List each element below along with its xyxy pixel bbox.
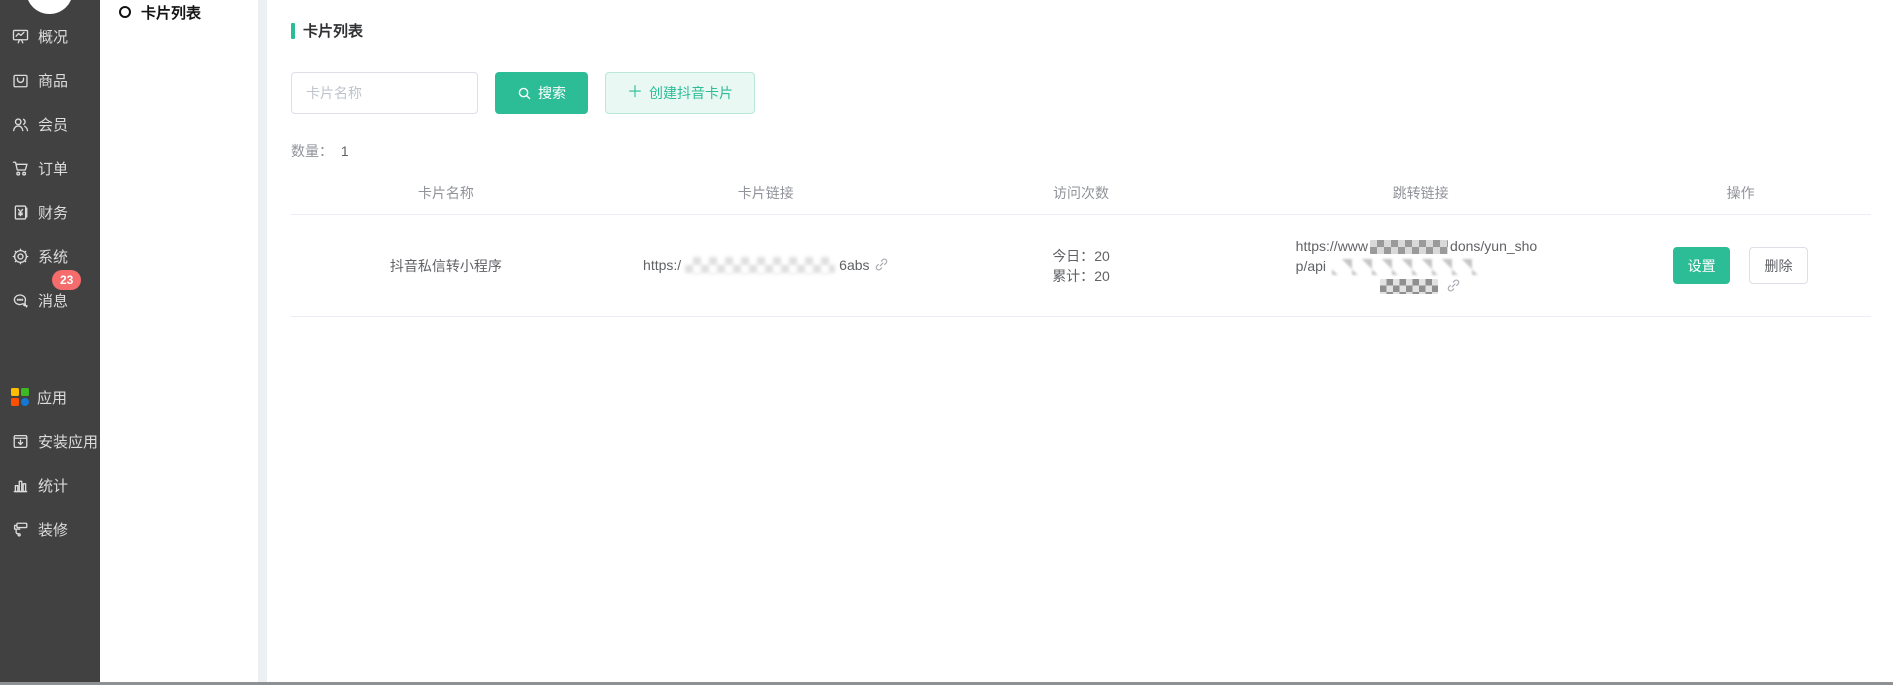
redacted-block — [1370, 240, 1448, 254]
sidebar-item-finance[interactable]: 财务 — [0, 190, 100, 234]
header-jump-link: 跳转链接 — [1231, 183, 1610, 203]
header-visit-count: 访问次数 — [931, 183, 1231, 203]
magnifier-icon — [517, 86, 532, 101]
visits-today-label: 今日： — [1052, 248, 1094, 264]
header-card-name: 卡片名称 — [291, 183, 601, 203]
submenu-item-label: 卡片列表 — [141, 2, 201, 23]
card-link-prefix: https:/ — [643, 257, 681, 273]
sidebar-item-label: 订单 — [38, 158, 68, 179]
sidebar-item-orders[interactable]: 订单 — [0, 146, 100, 190]
sidebar-item-label: 统计 — [38, 475, 68, 496]
count-value: 1 — [341, 143, 349, 159]
sidebar-item-label: 商品 — [38, 70, 68, 91]
sidebar-item-install-app[interactable]: 安装应用 — [0, 419, 100, 463]
radio-circle-icon — [119, 6, 131, 18]
link-icon[interactable] — [1446, 278, 1461, 293]
finance-icon — [11, 203, 30, 222]
sidebar-item-overview[interactable]: 概况 — [0, 14, 100, 58]
main-content: 卡片列表 搜索 ＋ 创建抖音卡片 数量： 1 卡片名称 卡片链接 访问次数 跳转… — [267, 0, 1893, 682]
sidebar-item-label: 概况 — [38, 26, 68, 47]
message-badge: 23 — [52, 270, 81, 290]
page-title: 卡片列表 — [291, 20, 1871, 41]
header-card-link: 卡片链接 — [601, 183, 931, 203]
goods-icon — [11, 71, 30, 90]
install-app-icon — [11, 432, 30, 451]
search-button-label: 搜索 — [538, 83, 566, 103]
sidebar-item-label: 消息 — [38, 290, 68, 311]
message-icon — [11, 291, 30, 310]
search-input[interactable] — [291, 72, 478, 114]
redacted-block — [1380, 279, 1438, 294]
sidebar-item-label: 应用 — [37, 387, 67, 408]
visits-total-value: 20 — [1094, 268, 1110, 284]
gear-icon — [11, 247, 30, 266]
create-douyin-card-button[interactable]: ＋ 创建抖音卡片 — [605, 72, 755, 114]
jump-link-mid: dons/yun_sho — [1450, 238, 1537, 254]
visits-total-label: 累计： — [1052, 268, 1094, 284]
sidebar-item-label: 系统 — [38, 246, 68, 267]
table-header-row: 卡片名称 卡片链接 访问次数 跳转链接 操作 — [291, 171, 1871, 215]
sidebar-item-members[interactable]: 会员 — [0, 102, 100, 146]
cell-actions: 设置 删除 — [1610, 247, 1871, 284]
cart-icon — [11, 159, 30, 178]
redacted-block — [1332, 259, 1482, 275]
create-button-label: 创建抖音卡片 — [649, 83, 733, 103]
members-icon — [11, 115, 30, 134]
secondary-sidebar: 卡片列表 — [100, 0, 258, 682]
settings-button[interactable]: 设置 — [1673, 247, 1730, 284]
sidebar-item-messages[interactable]: 消息 23 — [0, 278, 100, 322]
count-row: 数量： 1 — [291, 141, 1871, 161]
page-title-text: 卡片列表 — [303, 20, 363, 41]
visit-count-block: 今日：20 累计：20 — [1052, 246, 1110, 286]
plus-icon: ＋ — [627, 85, 643, 101]
dashboard-icon — [11, 27, 30, 46]
decorate-icon — [11, 520, 30, 539]
header-actions: 操作 — [1610, 183, 1871, 203]
sidebar-item-label: 会员 — [38, 114, 68, 135]
cell-visit-count: 今日：20 累计：20 — [931, 246, 1231, 286]
sidebar-item-decorate[interactable]: 装修 — [0, 507, 100, 551]
jump-link-prefix: https://www — [1296, 238, 1368, 254]
card-link-suffix: 6abs — [839, 257, 869, 273]
sidebar-item-label: 装修 — [38, 519, 68, 540]
toolbar: 搜索 ＋ 创建抖音卡片 — [291, 72, 1871, 114]
cell-card-name: 抖音私信转小程序 — [291, 256, 601, 276]
redacted-block — [685, 257, 835, 274]
stats-icon — [11, 476, 30, 495]
sidebar-item-goods[interactable]: 商品 — [0, 58, 100, 102]
sidebar-item-system[interactable]: 系统 — [0, 234, 100, 278]
sidebar-nav: 概况 商品 会员 订单 财务 系统 — [0, 0, 100, 551]
submenu-item-card-list[interactable]: 卡片列表 — [119, 2, 258, 22]
table-row: 抖音私信转小程序 https:/ 6abs 今日：20 累计：20 https:/… — [291, 215, 1871, 317]
count-label: 数量： — [291, 143, 333, 159]
jump-link-line2: p/api — [1296, 258, 1326, 274]
cell-jump-link: https://www dons/yun_sho p/api — [1231, 236, 1610, 296]
title-accent-bar — [291, 23, 295, 39]
delete-button[interactable]: 删除 — [1749, 247, 1808, 284]
panel-divider — [258, 0, 267, 682]
sidebar-item-label: 财务 — [38, 202, 68, 223]
apps-icon — [11, 388, 29, 406]
link-icon[interactable] — [874, 257, 889, 272]
jump-link-block: https://www dons/yun_sho p/api — [1296, 236, 1546, 296]
app-window: 概况 商品 会员 订单 财务 系统 — [0, 0, 1893, 682]
cell-card-link: https:/ 6abs — [601, 257, 931, 275]
sidebar-item-label: 安装应用 — [38, 431, 98, 452]
jump-link-line3 — [1296, 276, 1546, 296]
visits-today-value: 20 — [1094, 248, 1110, 264]
sidebar-item-apps[interactable]: 应用 — [0, 375, 100, 419]
search-button[interactable]: 搜索 — [495, 72, 588, 114]
card-table: 卡片名称 卡片链接 访问次数 跳转链接 操作 抖音私信转小程序 https:/ 6… — [291, 171, 1871, 317]
main-sidebar: 概况 商品 会员 订单 财务 系统 — [0, 0, 100, 682]
sidebar-item-stats[interactable]: 统计 — [0, 463, 100, 507]
